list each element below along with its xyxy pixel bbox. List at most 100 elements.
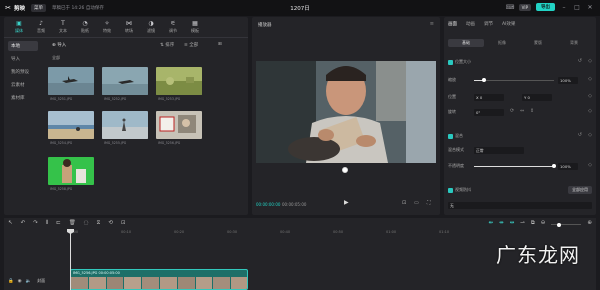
keyframe-icon[interactable]: ◇ — [588, 76, 592, 82]
split-icon[interactable]: ⫴ — [46, 220, 48, 227]
lock-track-icon[interactable]: 🔒 — [8, 279, 14, 284]
reset-icon[interactable]: ↺ — [578, 132, 582, 138]
player-title: 播放器 — [258, 23, 272, 28]
blend-mode-select[interactable]: 正常 — [474, 147, 524, 154]
audio-icon: ♪ — [39, 20, 43, 27]
tool-effects[interactable]: ✧ 特效 — [96, 20, 118, 34]
media-thumb[interactable] — [102, 67, 148, 95]
video-preview[interactable] — [256, 61, 436, 163]
media-thumb[interactable] — [48, 157, 94, 185]
stabilize-checkbox[interactable] — [448, 187, 453, 193]
mirror-icon[interactable]: ⧖ — [97, 220, 101, 227]
subtab-mask[interactable]: 蒙版 — [520, 39, 556, 47]
rotate-field[interactable]: 0° — [474, 109, 504, 116]
ratio-icon[interactable]: ▭ — [414, 200, 419, 206]
media-thumb[interactable] — [48, 111, 94, 139]
rotate-icon[interactable]: ⟳ — [510, 108, 514, 114]
media-thumb[interactable] — [102, 111, 148, 139]
tool-adjust[interactable]: ⚟ 调节 — [162, 20, 184, 34]
tool-sticker[interactable]: ◔ 贴纸 — [74, 20, 96, 34]
tool-audio[interactable]: ♪ 音频 — [30, 20, 52, 34]
nav-cloud[interactable]: 云素材 — [8, 80, 38, 90]
stabilize-select[interactable]: 无 — [448, 202, 592, 209]
flip-horizontal-icon[interactable]: ⇔ — [520, 108, 524, 114]
tab-ai-effects[interactable]: AI效果 — [502, 21, 515, 27]
media-thumb[interactable] — [156, 111, 202, 139]
rotate-clip-icon[interactable]: ⟲ — [108, 220, 113, 227]
nav-library[interactable]: 素材库 — [8, 93, 38, 103]
close-icon[interactable]: ✕ — [586, 4, 594, 11]
keyframe-icon[interactable]: ◇ — [588, 93, 592, 99]
video-clip[interactable]: IMG_5256.JPG 00:00:05:00 — [70, 269, 248, 290]
link-main-track-icon[interactable]: ⇹ — [488, 220, 493, 227]
tool-text[interactable]: T 文本 — [52, 20, 74, 34]
subtab-background[interactable]: 背景 — [556, 39, 592, 47]
subtab-keying[interactable]: 抠像 — [484, 39, 520, 47]
sort-button[interactable]: ⇅ 排序 — [160, 42, 174, 48]
undo-icon[interactable]: ↶ — [21, 220, 26, 227]
position-y-field[interactable]: Y 0 — [522, 94, 552, 101]
keyframe-icon[interactable]: ◇ — [588, 108, 592, 114]
maximize-icon[interactable]: □ — [573, 4, 581, 11]
scale-slider[interactable] — [474, 80, 554, 81]
nav-local[interactable]: 本地 — [8, 41, 38, 51]
auto-snap-icon[interactable]: ⇹ — [499, 220, 504, 227]
tool-transition[interactable]: ⋈ 转场 — [118, 20, 140, 34]
tab-animation[interactable]: 动画 — [466, 21, 475, 27]
keyframe-icon[interactable]: ◇ — [588, 162, 592, 168]
menu-button[interactable]: 菜单 — [31, 4, 47, 12]
split-left-icon[interactable]: ⊏ — [56, 220, 61, 227]
keyframe-icon[interactable]: ◇ — [588, 132, 592, 138]
fullscreen-icon[interactable]: ⛶ — [427, 200, 431, 206]
more-icon[interactable]: ≡ — [430, 21, 434, 27]
clip-frame — [177, 277, 196, 289]
text-icon: T — [61, 20, 65, 27]
scale-checkbox[interactable] — [448, 59, 453, 65]
zoom-in-icon[interactable]: ⊕ — [587, 220, 592, 227]
blend-checkbox[interactable] — [448, 133, 453, 139]
delete-icon[interactable]: 🗑 — [69, 220, 76, 227]
scale-slider-knob[interactable] — [482, 78, 486, 82]
crop-clip-icon[interactable]: ⊡ — [121, 220, 126, 227]
preview-axis-icon[interactable]: ⇹ — [510, 220, 515, 227]
tab-picture[interactable]: 画面 — [448, 21, 457, 27]
tab-adjust[interactable]: 调节 — [484, 21, 493, 27]
fit-icon[interactable]: ⧉ — [531, 220, 535, 227]
hide-track-icon[interactable]: ◉ — [18, 279, 22, 284]
position-x-field[interactable]: X 0 — [474, 94, 504, 101]
link-icon[interactable]: ⊸ — [520, 220, 525, 227]
cover-button[interactable]: 封面 — [37, 278, 45, 284]
freeze-icon[interactable]: ◌ — [84, 220, 89, 227]
mute-track-icon[interactable]: 🔈 — [26, 279, 32, 284]
scale-value[interactable]: 100% — [558, 77, 578, 84]
tool-media[interactable]: ▣ 媒体 — [8, 20, 30, 34]
zoom-out-icon[interactable]: ⊖ — [541, 220, 546, 227]
zoom-knob[interactable] — [557, 222, 562, 227]
play-icon[interactable]: ▶ — [344, 199, 349, 206]
crop-icon[interactable]: ⊡ — [402, 200, 406, 206]
subtab-basic[interactable]: 基础 — [448, 39, 484, 47]
redo-icon[interactable]: ↷ — [33, 220, 38, 227]
tool-filter[interactable]: ◑ 滤镜 — [140, 20, 162, 34]
export-button[interactable]: 导出 — [536, 3, 555, 11]
import-button[interactable]: ⊕ 导入 — [52, 42, 66, 48]
media-thumb[interactable] — [48, 67, 94, 95]
zoom-slider[interactable] — [551, 222, 582, 227]
opacity-slider-knob[interactable] — [552, 164, 556, 168]
view-toggle[interactable]: ⊞ — [218, 42, 222, 47]
opacity-value[interactable]: 100% — [558, 163, 578, 170]
shortcut-icon[interactable]: ⌨ — [506, 4, 515, 11]
reset-icon[interactable]: ↺ — [578, 58, 582, 64]
select-tool-icon[interactable]: ↖ — [8, 220, 13, 227]
media-thumb[interactable] — [156, 67, 202, 95]
playhead[interactable] — [70, 230, 71, 290]
vip-badge[interactable]: VIP — [518, 3, 531, 11]
flip-vertical-icon[interactable]: ⇕ — [530, 108, 534, 114]
nav-presets[interactable]: 我的预设 — [8, 67, 38, 77]
keyframe-icon[interactable]: ◇ — [588, 58, 592, 64]
tool-template[interactable]: ▦ 模板 — [184, 20, 206, 34]
apply-all-button[interactable]: 全部应用 — [568, 186, 592, 194]
minimize-icon[interactable]: – — [560, 4, 568, 11]
nav-import[interactable]: 导入 — [8, 54, 38, 64]
filter-button[interactable]: ≡ 全部 — [184, 42, 198, 48]
